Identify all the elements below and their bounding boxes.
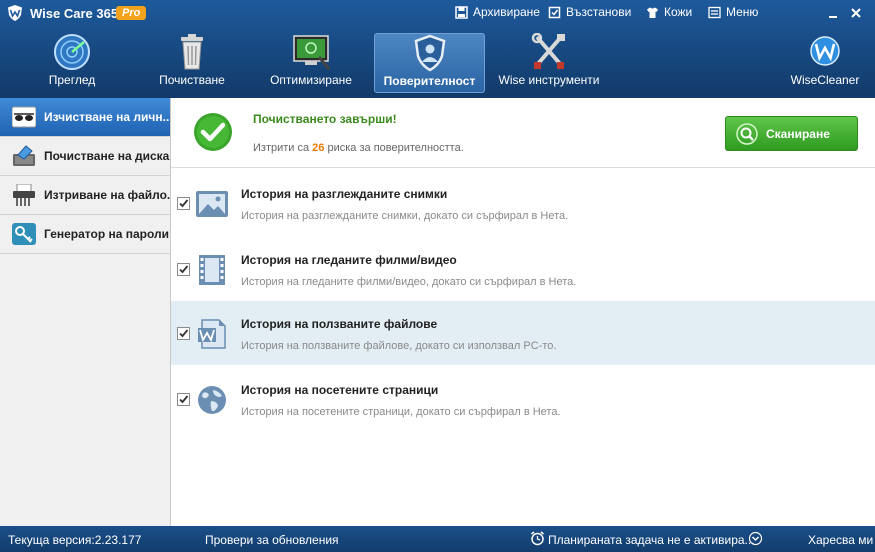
item-checkbox[interactable]: [177, 263, 190, 276]
list-item: История на ползваните файлове История на…: [171, 301, 875, 365]
item-description: История на посетените страници, докато с…: [241, 406, 561, 418]
menu-label: Меню: [726, 5, 759, 19]
sidebar-item-label: Изтриване на файло...: [44, 188, 170, 202]
sidebar-item-password-generator[interactable]: Генератор на пароли: [0, 215, 170, 254]
menu-icon: [708, 6, 721, 18]
item-description: История на гледаните филми/видео, докато…: [241, 276, 577, 288]
tab-privacy-label: Поверителност: [383, 74, 476, 88]
shield-user-icon: [414, 34, 445, 72]
tshirt-icon: [647, 7, 658, 18]
main-menu[interactable]: Меню: [708, 5, 758, 19]
key-icon: [12, 223, 36, 245]
radar-icon: [54, 34, 90, 70]
minimize-icon: [829, 16, 837, 18]
list-item: История на разглежданите снимки История …: [171, 171, 875, 235]
sidebar-item-label: Генератор на пароли: [44, 227, 170, 241]
item-description: История на разглежданите снимки, докато …: [241, 210, 569, 222]
sidebar-item-privacy-cleaner[interactable]: Изчистване на личн...: [0, 98, 170, 137]
app-title: Wise Care 365: [30, 6, 119, 21]
completed-subtitle: Изтрити са 26 риска за поверителността.: [253, 142, 464, 154]
item-checkbox[interactable]: [177, 393, 190, 406]
skins-label: Кожи: [664, 5, 693, 19]
tab-overview[interactable]: Преглед: [30, 33, 114, 93]
tab-optimizer-label: Оптимизиране: [270, 73, 352, 87]
alarm-clock-icon: [531, 531, 544, 546]
tab-optimizer[interactable]: Оптимизиране: [262, 33, 360, 93]
scan-button[interactable]: Сканиране: [725, 116, 858, 151]
checkmark-icon: [179, 199, 189, 208]
tab-wise-tools-label: Wise инструменти: [498, 73, 600, 87]
item-description: История на ползваните файлове, докато си…: [241, 340, 557, 352]
checkmark-icon: [179, 329, 189, 338]
list-item: История на гледаните филми/видео История…: [171, 237, 875, 301]
item-checkbox[interactable]: [177, 327, 190, 340]
tab-cleaner-label: Почистване: [159, 73, 225, 87]
wisecleaner-link[interactable]: WiseCleaner: [785, 33, 865, 93]
backup-menu[interactable]: Архивиране: [455, 5, 540, 19]
sidebar-item-label: Изчистване на личн...: [44, 110, 170, 124]
check-updates-link[interactable]: Провери за обновления: [205, 533, 339, 547]
pro-badge: Pro: [116, 6, 147, 20]
globe-icon: [198, 386, 226, 414]
like-link[interactable]: Харесва ми: [808, 533, 873, 547]
checkmark-icon: [179, 265, 189, 274]
risk-count: 26: [312, 142, 325, 154]
subtitle-suffix: риска за поверителността.: [327, 142, 464, 154]
shredder-icon: [13, 184, 35, 206]
picture-icon: [196, 191, 228, 217]
floppy-icon: [455, 5, 468, 19]
main-panel: Почистването завърши! Изтрити са 26 риск…: [171, 98, 875, 526]
tab-overview-label: Преглед: [48, 73, 96, 87]
item-checkbox[interactable]: [177, 197, 190, 210]
completed-title: Почистването завърши!: [253, 112, 397, 126]
list-item: История на посетените страници История н…: [171, 367, 875, 431]
success-check-icon: [194, 113, 232, 151]
item-title: История на посетените страници: [241, 383, 439, 397]
item-title: История на разглежданите снимки: [241, 187, 448, 201]
scan-button-label: Сканиране: [766, 126, 830, 141]
film-strip-icon: [199, 255, 225, 285]
disk-eraser-icon: [13, 145, 35, 166]
shield-logo-icon: [8, 5, 22, 21]
sidebar: Изчистване на личн... Почистване на диск…: [0, 98, 171, 526]
tab-privacy[interactable]: Поверителност: [374, 33, 485, 93]
close-icon: [851, 8, 861, 18]
chevron-down-icon[interactable]: [748, 531, 763, 546]
skins-menu[interactable]: Кожи: [646, 5, 692, 19]
wisecleaner-logo-icon: [810, 36, 840, 66]
version-text: Текуща версия:2.23.177: [8, 533, 142, 547]
header: Wise Care 365 Pro Архивиране Възстанови …: [0, 0, 875, 98]
subtitle-prefix: Изтрити са: [253, 142, 310, 154]
status-bar: Текуща версия:2.23.177 Провери за обновл…: [0, 526, 875, 552]
checkmark-icon: [179, 395, 189, 404]
sidebar-item-disk-eraser[interactable]: Почистване на диска: [0, 137, 170, 176]
sunglasses-icon: [12, 106, 36, 128]
trash-can-icon: [181, 34, 203, 70]
tools-icon: [531, 33, 565, 69]
item-title: История на гледаните филми/видео: [241, 253, 457, 267]
close-button[interactable]: [848, 5, 864, 21]
tab-cleaner[interactable]: Почистване: [150, 33, 234, 93]
title-bar: Wise Care 365 Pro Архивиране Възстанови …: [0, 0, 875, 26]
tab-wise-tools[interactable]: Wise инструменти: [498, 33, 600, 93]
wisecleaner-label: WiseCleaner: [790, 73, 860, 87]
scheduled-task-link[interactable]: Планираната задача не е активира...: [548, 533, 755, 547]
monitor-icon: [293, 35, 331, 70]
restore-icon: [548, 6, 561, 18]
restore-menu[interactable]: Възстанови: [548, 5, 631, 19]
backup-label: Архивиране: [473, 5, 540, 19]
document-icon: [198, 319, 226, 349]
sidebar-item-label: Почистване на диска: [44, 149, 170, 163]
scan-magnifier-icon: [736, 122, 758, 145]
scan-summary: Почистването завърши! Изтрити са 26 риск…: [171, 98, 875, 168]
sidebar-item-file-shredder[interactable]: Изтриване на файло...: [0, 176, 170, 215]
minimize-button[interactable]: [825, 5, 841, 21]
item-title: История на ползваните файлове: [241, 317, 438, 331]
restore-label: Възстанови: [566, 5, 632, 19]
